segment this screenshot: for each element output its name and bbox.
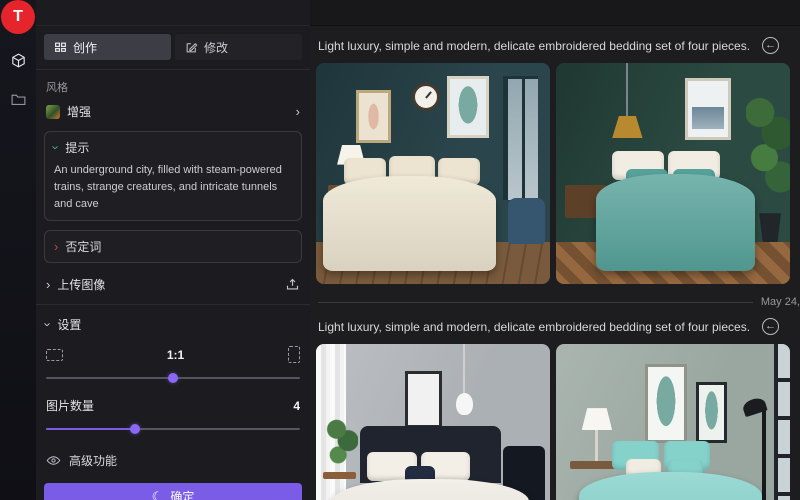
pencil-icon bbox=[185, 41, 198, 54]
portrait-ratio-icon[interactable] bbox=[288, 346, 300, 363]
tab-create-label: 创作 bbox=[73, 39, 97, 56]
chevron-right-icon: › bbox=[296, 105, 300, 118]
wall-clock bbox=[412, 83, 440, 111]
bedroom-scene bbox=[316, 63, 550, 284]
style-thumbnail-icon bbox=[46, 105, 60, 119]
divider bbox=[36, 304, 310, 305]
prompt-card-header[interactable]: › 提示 bbox=[54, 139, 292, 156]
chevron-right-icon: › bbox=[46, 278, 50, 291]
style-selector[interactable]: 增强 › bbox=[44, 101, 302, 122]
app-logo[interactable]: T bbox=[1, 0, 35, 34]
folder-icon[interactable] bbox=[10, 91, 27, 108]
style-value: 增强 bbox=[67, 103, 91, 120]
prompt-title: 提示 bbox=[65, 139, 89, 156]
tab-edit-label: 修改 bbox=[204, 39, 228, 56]
bedroom-scene bbox=[316, 344, 550, 500]
image-count-value: 4 bbox=[293, 399, 300, 413]
app-window: T 创作 bbox=[0, 0, 800, 500]
prompt-input[interactable]: An underground city, filled with steam-p… bbox=[54, 162, 292, 213]
grid-icon bbox=[54, 41, 67, 54]
result-image-grid bbox=[310, 63, 800, 284]
image-count-label: 图片数量 bbox=[46, 397, 94, 414]
upload-icon[interactable] bbox=[285, 277, 300, 292]
image-count-row: 图片数量 4 bbox=[44, 397, 302, 414]
result-image-grid bbox=[310, 344, 800, 500]
slider-thumb[interactable] bbox=[130, 424, 140, 434]
picture-frame bbox=[685, 78, 732, 140]
gallery-header-strip bbox=[310, 0, 800, 26]
window bbox=[503, 76, 538, 200]
bedroom-scene bbox=[556, 344, 790, 500]
icon-rail: T bbox=[0, 0, 36, 500]
armchair bbox=[508, 198, 545, 244]
generated-image-1[interactable] bbox=[316, 63, 550, 284]
pendant-lamp bbox=[612, 116, 642, 138]
picture-frame bbox=[447, 76, 489, 138]
picture-frame bbox=[356, 90, 391, 143]
negative-words-title: 否定词 bbox=[65, 238, 101, 255]
prompt-card: › 提示 An underground city, filled with st… bbox=[44, 131, 302, 221]
tab-edit[interactable]: 修改 bbox=[175, 34, 302, 60]
date-divider-row: May 24, bbox=[310, 284, 800, 312]
lamp-cord bbox=[626, 63, 628, 118]
settings-header[interactable]: › 设置 bbox=[44, 314, 302, 335]
bed-duvet bbox=[596, 174, 755, 271]
hanging-lamp bbox=[456, 393, 472, 415]
picture-frame bbox=[696, 382, 726, 444]
bed-duvet bbox=[323, 176, 496, 271]
picture-frame bbox=[405, 371, 442, 428]
side-table bbox=[570, 461, 617, 469]
style-section-label: 风格 bbox=[46, 79, 300, 95]
bed-duvet bbox=[579, 472, 762, 500]
image-count-slider[interactable] bbox=[46, 424, 300, 434]
result-prompt-row: Light luxury, simple and modern, delicat… bbox=[310, 26, 800, 63]
chevron-right-icon: › bbox=[54, 240, 58, 253]
floor-lamp-pole bbox=[762, 408, 766, 500]
result-prompt-text: Light luxury, simple and modern, delicat… bbox=[318, 320, 750, 334]
control-panel: 创作 修改 风格 增强 › › 提示 bbox=[36, 0, 310, 500]
upload-image-label: 上传图像 bbox=[57, 276, 105, 293]
confirm-button-label: 确定 bbox=[170, 488, 194, 500]
results-gallery: Light luxury, simple and modern, delicat… bbox=[310, 0, 800, 500]
window bbox=[774, 344, 790, 500]
upload-image-row[interactable]: › 上传图像 bbox=[44, 274, 302, 295]
generated-image-4[interactable] bbox=[556, 344, 790, 500]
lamp-cord bbox=[463, 344, 465, 395]
advanced-features-row[interactable]: 高级功能 bbox=[44, 452, 302, 469]
result-prompt-text: Light luxury, simple and modern, delicat… bbox=[318, 39, 750, 53]
eye-icon bbox=[46, 453, 61, 468]
date-label: May 24, bbox=[761, 296, 800, 308]
side-table bbox=[323, 472, 356, 479]
slider-fill bbox=[46, 428, 135, 430]
advanced-features-label: 高级功能 bbox=[69, 452, 117, 469]
generated-image-3[interactable] bbox=[316, 344, 550, 500]
panel-header-strip bbox=[36, 0, 310, 26]
slider-thumb[interactable] bbox=[168, 373, 178, 383]
potted-plant bbox=[325, 415, 358, 472]
generated-image-2[interactable] bbox=[556, 63, 790, 284]
reuse-prompt-icon[interactable]: ← bbox=[762, 37, 779, 54]
lamp-stem bbox=[595, 430, 599, 461]
plant-pot bbox=[757, 213, 783, 244]
negative-words-card[interactable]: › 否定词 bbox=[44, 230, 302, 263]
divider bbox=[318, 302, 753, 303]
confirm-button[interactable]: ☾ 确定 bbox=[44, 483, 302, 500]
divider bbox=[36, 69, 310, 70]
aspect-ratio-value: 1:1 bbox=[63, 348, 288, 362]
aspect-ratio-slider[interactable] bbox=[46, 373, 300, 383]
chevron-down-icon: › bbox=[42, 322, 55, 326]
picture-frame bbox=[645, 364, 687, 444]
reuse-prompt-icon[interactable]: ← bbox=[762, 318, 779, 335]
bedroom-scene bbox=[556, 63, 790, 284]
settings-title: 设置 bbox=[57, 316, 81, 333]
landscape-ratio-icon[interactable] bbox=[46, 349, 63, 361]
crescent-moon-icon: ☾ bbox=[152, 490, 164, 500]
generate-cube-icon[interactable] bbox=[10, 52, 27, 69]
tab-create[interactable]: 创作 bbox=[44, 34, 171, 60]
mode-tabs: 创作 修改 bbox=[44, 34, 302, 60]
table-lamp bbox=[582, 408, 612, 430]
result-prompt-row: Light luxury, simple and modern, delicat… bbox=[310, 312, 800, 344]
chevron-down-icon: › bbox=[50, 145, 63, 149]
aspect-ratio-row: 1:1 bbox=[44, 346, 302, 363]
